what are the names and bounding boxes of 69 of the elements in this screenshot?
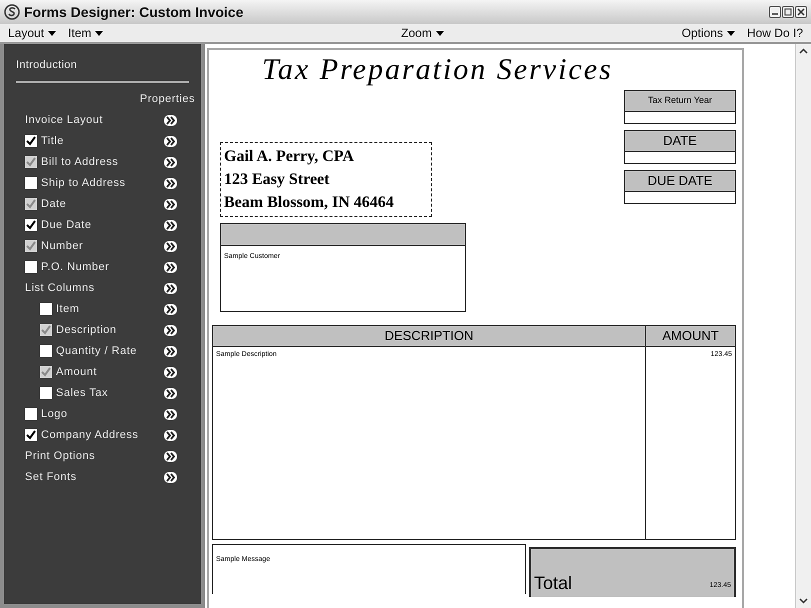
property-item[interactable]: Item — [56, 300, 80, 318]
checkbox[interactable] — [25, 135, 37, 147]
address-line: 123 Easy Street — [224, 170, 330, 190]
menu-item[interactable]: How Do I? — [746, 24, 803, 42]
property-item[interactable]: List Columns — [25, 280, 95, 296]
checkbox[interactable] — [25, 408, 37, 420]
introduction-link[interactable]: Introduction — [16, 57, 78, 74]
property-item[interactable]: Title — [41, 132, 64, 150]
property-item[interactable]: Invoice Layout — [25, 112, 103, 128]
caret-icon — [726, 30, 735, 36]
forward-icon[interactable] — [164, 346, 177, 356]
scrollbar[interactable] — [795, 44, 811, 608]
field-label: Tax Return Year — [648, 94, 712, 108]
maximize-button[interactable] — [782, 6, 794, 18]
menu-item[interactable]: Options — [682, 24, 735, 42]
forward-icon[interactable] — [164, 178, 177, 188]
total-label: Total — [534, 573, 572, 593]
forward-icon[interactable] — [164, 304, 177, 314]
forward-icon[interactable] — [164, 114, 177, 126]
logo-icon — [4, 4, 20, 20]
checkbox[interactable] — [40, 303, 52, 315]
address-line: Gail A. Perry, CPA — [224, 147, 355, 167]
forward-icon[interactable] — [164, 198, 177, 210]
forward-icon[interactable] — [164, 136, 177, 146]
forward-icon[interactable] — [164, 408, 177, 420]
caret-icon — [436, 30, 444, 36]
close-icon — [797, 8, 805, 16]
menu-item[interactable]: Item — [68, 24, 104, 42]
minimize-button[interactable] — [769, 6, 781, 18]
field-label: DATE — [663, 132, 697, 150]
forward-icon[interactable] — [164, 430, 177, 440]
forward-icon[interactable] — [164, 472, 177, 482]
invoice-title: Tax Preparation Services — [261, 52, 614, 88]
caret-icon — [95, 30, 104, 36]
property-item[interactable]: Quantity / Rate — [56, 342, 137, 360]
checkbox[interactable] — [25, 429, 37, 441]
forward-icon[interactable] — [164, 324, 177, 336]
forward-icon[interactable] — [164, 450, 177, 462]
checkbox[interactable] — [40, 387, 52, 399]
close-button[interactable] — [795, 6, 807, 18]
property-item[interactable]: P.O. Number — [41, 258, 110, 276]
forward-icon[interactable] — [164, 262, 177, 272]
forward-icon[interactable] — [164, 282, 177, 294]
property-item[interactable]: Logo — [41, 406, 68, 422]
field-label: DUE DATE — [648, 172, 712, 190]
checkbox[interactable] — [25, 261, 37, 273]
maximize-icon — [784, 8, 792, 16]
property-item[interactable]: Sales Tax — [56, 384, 108, 402]
forward-icon[interactable] — [164, 220, 177, 230]
checkbox[interactable] — [40, 345, 52, 357]
forward-icon[interactable] — [164, 366, 177, 378]
property-item[interactable]: Print Options — [25, 448, 96, 464]
property-item[interactable]: Ship to Address — [41, 174, 126, 192]
menu-item[interactable]: Zoom — [401, 24, 444, 42]
checkbox[interactable] — [25, 177, 37, 189]
property-item[interactable]: Due Date — [41, 216, 92, 234]
caret-icon — [48, 30, 56, 36]
window-title: Forms Designer: Custom Invoice — [24, 2, 244, 22]
property-item[interactable]: Set Fonts — [25, 468, 77, 486]
forward-icon[interactable] — [164, 388, 177, 398]
menu-item[interactable]: Layout — [8, 24, 56, 42]
address-line: Beam Blossom, IN 46464 — [224, 193, 395, 213]
forward-icon[interactable] — [164, 240, 177, 252]
checkbox[interactable] — [25, 219, 37, 231]
column-header: Properties — [140, 92, 195, 107]
column-header: DESCRIPTION — [384, 327, 474, 346]
column-header: AMOUNT — [662, 327, 719, 346]
property-item[interactable]: Company Address — [41, 426, 138, 444]
forward-icon[interactable] — [164, 156, 177, 168]
